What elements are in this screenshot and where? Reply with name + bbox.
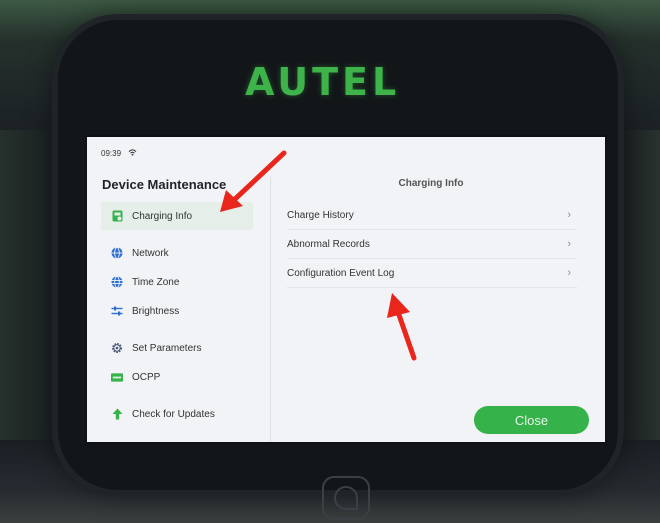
sidebar-item-label: Time Zone xyxy=(132,276,180,288)
status-bar: 09:39 xyxy=(101,149,137,158)
sliders-icon xyxy=(111,305,123,317)
sidebar-item-ocpp[interactable]: OCPP xyxy=(101,363,253,391)
sidebar-item-label: Network xyxy=(132,247,169,259)
sidebar-item-label: Set Parameters xyxy=(132,342,202,354)
sidebar-item-time-zone[interactable]: Time Zone xyxy=(101,268,253,296)
row-label: Charge History xyxy=(287,209,354,221)
chevron-right-icon: › xyxy=(567,209,571,221)
device-screen: 09:39 Device Maintenance Charging Info N… xyxy=(87,137,605,442)
sidebar-item-label: Check for Updates xyxy=(132,408,215,420)
sidebar-item-label: Brightness xyxy=(132,305,180,317)
sidebar-item-check-updates[interactable]: Check for Updates xyxy=(101,400,253,428)
ocpp-icon xyxy=(111,371,123,383)
row-charge-history[interactable]: Charge History › xyxy=(287,201,577,230)
status-time: 09:39 xyxy=(101,149,122,158)
wifi-icon xyxy=(128,149,137,158)
row-label: Abnormal Records xyxy=(287,238,370,250)
sidebar-item-network[interactable]: Network xyxy=(101,239,253,267)
close-button[interactable]: Close xyxy=(474,406,589,434)
globe-clock-icon xyxy=(111,276,123,288)
sidebar-item-brightness[interactable]: Brightness xyxy=(101,297,253,325)
sidebar-item-charging-info[interactable]: Charging Info xyxy=(101,202,253,230)
row-abnormal-records[interactable]: Abnormal Records › xyxy=(287,230,577,259)
page-title: Device Maintenance xyxy=(102,177,227,192)
chevron-right-icon: › xyxy=(567,238,571,250)
gear-icon xyxy=(111,342,123,354)
panel-divider xyxy=(270,177,271,442)
brand-logo: AUTEL xyxy=(245,60,401,104)
sidebar-item-set-parameters[interactable]: Set Parameters xyxy=(101,334,253,362)
globe-icon xyxy=(111,247,123,259)
chevron-right-icon: › xyxy=(567,267,571,279)
sidebar-item-label: Charging Info xyxy=(132,210,193,222)
row-configuration-event-log[interactable]: Configuration Event Log › xyxy=(287,259,577,288)
arrow-up-icon xyxy=(111,408,123,420)
row-label: Configuration Event Log xyxy=(287,267,395,279)
charging-info-icon xyxy=(111,210,123,222)
sidebar-item-label: OCPP xyxy=(132,371,161,383)
nfc-reader-icon xyxy=(322,476,370,520)
content-title: Charging Info xyxy=(398,178,464,189)
